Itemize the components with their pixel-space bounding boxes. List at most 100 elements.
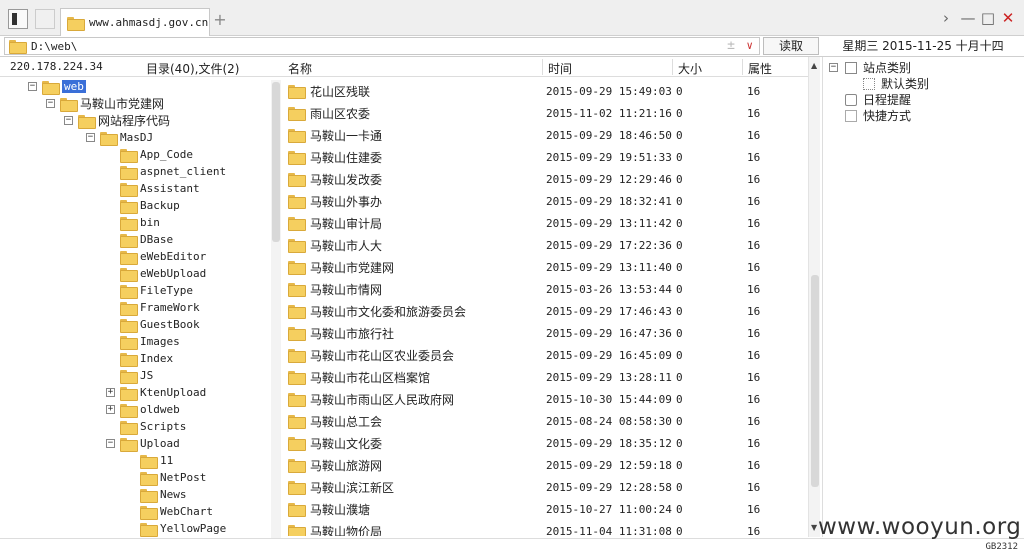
file-list-scrollbar[interactable]: ▲ ▼ bbox=[808, 57, 820, 537]
minimize-button[interactable]: — bbox=[958, 8, 978, 28]
tree-toggle-icon[interactable]: − bbox=[86, 133, 95, 142]
date-display: 星期三 2015-11-25 十月十四 bbox=[842, 39, 1004, 53]
file-attr: 16 bbox=[747, 326, 761, 340]
file-row[interactable]: 马鞍山文化委 2015-09-29 18:35:12 0 16 bbox=[282, 432, 808, 454]
tree-node-label: 网站程序代码 bbox=[98, 114, 171, 128]
file-row[interactable]: 马鞍山外事办 2015-09-29 18:32:41 0 16 bbox=[282, 190, 808, 212]
file-row[interactable]: 马鞍山一卡通 2015-09-29 18:46:50 0 16 bbox=[282, 124, 808, 146]
file-row[interactable]: 马鞍山市人大 2015-09-29 17:22:36 0 16 bbox=[282, 234, 808, 256]
file-name: 马鞍山物价局 bbox=[310, 524, 383, 537]
file-attr: 16 bbox=[747, 392, 761, 406]
file-name: 马鞍山住建委 bbox=[310, 150, 383, 165]
file-name-cell: 马鞍山市人大 bbox=[288, 237, 382, 254]
tree-node[interactable]: 马鞍山市党建网 bbox=[60, 95, 164, 112]
file-row[interactable]: 马鞍山市文化委和旅游委员会 2015-09-29 17:46:43 0 16 bbox=[282, 300, 808, 322]
read-button[interactable]: 读取 bbox=[763, 37, 819, 55]
scroll-up-icon[interactable]: ▲ bbox=[811, 61, 817, 70]
file-row[interactable]: 马鞍山市情网 2015-03-26 13:53:44 0 16 bbox=[282, 278, 808, 300]
file-row[interactable]: 马鞍山审计局 2015-09-29 13:11:42 0 16 bbox=[282, 212, 808, 234]
file-row[interactable]: 马鞍山总工会 2015-08-24 08:58:30 0 16 bbox=[282, 410, 808, 432]
file-row[interactable]: 马鞍山市花山区档案馆 2015-09-29 13:28:11 0 16 bbox=[282, 366, 808, 388]
tree-node[interactable]: MasDJ bbox=[100, 129, 153, 146]
tree-toggle-icon[interactable]: + bbox=[106, 405, 115, 414]
file-row[interactable]: 马鞍山住建委 2015-09-29 19:51:33 0 16 bbox=[282, 146, 808, 168]
tree-node[interactable]: oldweb bbox=[120, 401, 180, 418]
folder-icon bbox=[288, 503, 306, 517]
chevron-down-icon[interactable]: ∨ bbox=[746, 39, 753, 52]
file-row[interactable]: 马鞍山市雨山区人民政府网 2015-10-30 15:44:09 0 16 bbox=[282, 388, 808, 410]
tree-toggle-icon[interactable]: − bbox=[28, 82, 37, 91]
file-row[interactable]: 马鞍山市旅行社 2015-09-29 16:47:36 0 16 bbox=[282, 322, 808, 344]
file-row[interactable]: 马鞍山濮塘 2015-10-27 11:00:24 0 16 bbox=[282, 498, 808, 520]
tree-toggle-icon[interactable]: + bbox=[106, 388, 115, 397]
watermark: www.wooyun.org bbox=[818, 514, 1022, 540]
file-name: 马鞍山滨江新区 bbox=[310, 480, 395, 495]
tree-node[interactable]: eWebEditor bbox=[120, 248, 206, 265]
tree-node[interactable]: FrameWork bbox=[120, 299, 200, 316]
tree-node[interactable]: News bbox=[140, 486, 187, 503]
file-name: 马鞍山总工会 bbox=[310, 414, 383, 429]
column-attr[interactable]: 属性 bbox=[748, 60, 772, 77]
tree-node[interactable]: Backup bbox=[120, 197, 180, 214]
tree-toggle-icon[interactable]: − bbox=[106, 439, 115, 448]
tree-node[interactable]: App_Code bbox=[120, 146, 193, 163]
schedule-reminder[interactable]: 日程提醒 bbox=[845, 91, 911, 108]
tree-node[interactable]: Index bbox=[120, 350, 173, 367]
tree-node[interactable]: Upload bbox=[120, 435, 180, 452]
panel-toggle-icon[interactable] bbox=[8, 9, 28, 29]
path-input[interactable]: D:\web\ ± ∨ bbox=[4, 37, 760, 55]
add-bookmark-icon[interactable]: ± bbox=[727, 38, 735, 53]
tab-active[interactable]: www.ahmasdj.gov.cn bbox=[60, 8, 210, 36]
file-row[interactable]: 马鞍山物价局 2015-11-04 11:31:08 0 16 bbox=[282, 520, 808, 536]
server-ip: 220.178.224.34 bbox=[10, 60, 103, 73]
tree-node[interactable]: FileType bbox=[120, 282, 193, 299]
file-size: 0 bbox=[676, 172, 683, 186]
tree-node-label: YellowPage bbox=[160, 522, 227, 535]
folder-icon bbox=[67, 16, 85, 31]
tree-node[interactable]: YellowPage bbox=[140, 520, 226, 537]
file-row[interactable]: 马鞍山发改委 2015-09-29 12:29:46 0 16 bbox=[282, 168, 808, 190]
file-attr: 16 bbox=[747, 348, 761, 362]
tree-scrollbar[interactable] bbox=[271, 80, 281, 540]
scroll-down-icon[interactable]: ▼ bbox=[811, 523, 817, 532]
tree-node[interactable]: GuestBook bbox=[120, 316, 200, 333]
tree-node[interactable]: Scripts bbox=[120, 418, 186, 435]
tree-node[interactable]: Assistant bbox=[120, 180, 200, 197]
tree-node[interactable]: aspnet_client bbox=[120, 163, 226, 180]
tree-node[interactable]: NetPost bbox=[140, 469, 206, 486]
tree-node[interactable]: Images bbox=[120, 333, 180, 350]
file-name: 马鞍山市花山区档案馆 bbox=[310, 370, 431, 385]
file-scroll-thumb[interactable] bbox=[811, 275, 819, 487]
file-row[interactable]: 马鞍山市花山区农业委员会 2015-09-29 16:45:09 0 16 bbox=[282, 344, 808, 366]
tree-node[interactable]: KtenUpload bbox=[120, 384, 206, 401]
tree-node[interactable]: web bbox=[42, 78, 86, 95]
tree-scroll-thumb[interactable] bbox=[272, 82, 280, 242]
tree-node[interactable]: 11 bbox=[140, 452, 173, 469]
category-root[interactable]: 站点类别 bbox=[845, 59, 911, 76]
column-time[interactable]: 时间 bbox=[548, 60, 572, 77]
file-row[interactable]: 马鞍山滨江新区 2015-09-29 12:28:58 0 16 bbox=[282, 476, 808, 498]
column-name[interactable]: 名称 bbox=[288, 60, 312, 77]
file-row[interactable]: 花山区残联 2015-09-29 15:49:03 0 16 bbox=[282, 80, 808, 102]
tree-toggle-icon[interactable]: − bbox=[64, 116, 73, 125]
file-row[interactable]: 马鞍山市党建网 2015-09-29 13:11:40 0 16 bbox=[282, 256, 808, 278]
shortcuts[interactable]: 快捷方式 bbox=[845, 107, 911, 124]
close-button[interactable]: ✕ bbox=[998, 8, 1018, 28]
new-tab-button[interactable]: + bbox=[212, 10, 228, 29]
file-row[interactable]: 马鞍山旅游网 2015-09-29 12:59:18 0 16 bbox=[282, 454, 808, 476]
default-category[interactable]: 默认类别 bbox=[863, 75, 929, 92]
tree-toggle-icon[interactable]: − bbox=[46, 99, 55, 108]
tree-node[interactable]: 网站程序代码 bbox=[78, 112, 170, 129]
tree-node[interactable]: DBase bbox=[120, 231, 173, 248]
blank-tab-icon[interactable] bbox=[35, 9, 55, 29]
maximize-button[interactable]: □ bbox=[978, 8, 998, 28]
tree-node[interactable]: WebChart bbox=[140, 503, 213, 520]
tree-node[interactable]: eWebUpload bbox=[120, 265, 206, 282]
folder-icon bbox=[288, 393, 306, 407]
forward-icon[interactable]: › bbox=[936, 8, 956, 28]
tree-node[interactable]: bin bbox=[120, 214, 160, 231]
collapse-toggle-icon[interactable]: − bbox=[829, 63, 838, 72]
file-row[interactable]: 雨山区农委 2015-11-02 11:21:16 0 16 bbox=[282, 102, 808, 124]
column-size[interactable]: 大小 bbox=[678, 60, 702, 77]
tree-node[interactable]: JS bbox=[120, 367, 153, 384]
